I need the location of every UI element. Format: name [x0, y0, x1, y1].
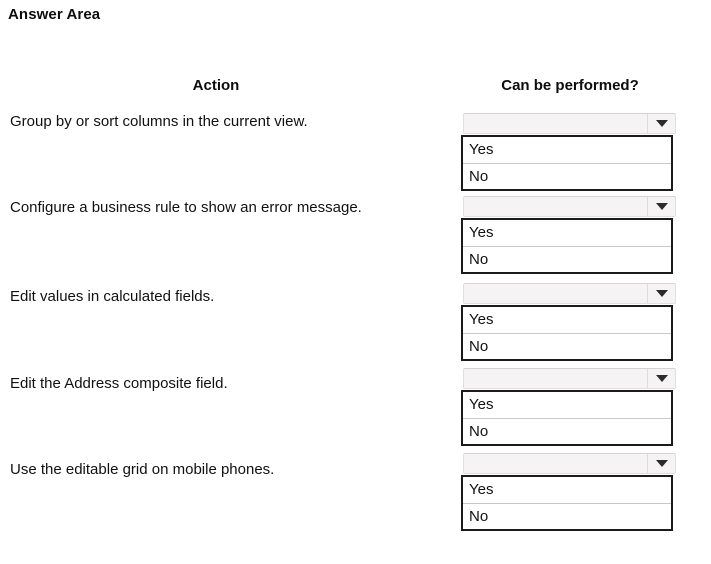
dropdown-can-be-performed: Yes No: [461, 196, 676, 274]
dropdown-option-no[interactable]: No: [463, 246, 671, 272]
dropdown-can-be-performed: Yes No: [461, 453, 676, 531]
dropdown-option-list: Yes No: [461, 218, 673, 274]
table-row: Edit values in calculated fields. Yes No: [0, 283, 711, 374]
dropdown-option-list: Yes No: [461, 390, 673, 446]
chevron-down-icon: [655, 120, 668, 127]
dropdown-toggle-button[interactable]: [647, 369, 675, 388]
dropdown-can-be-performed: Yes No: [461, 283, 676, 361]
dropdown-option-list: Yes No: [461, 305, 673, 361]
dropdown-option-no[interactable]: No: [463, 418, 671, 444]
dropdown-combobox[interactable]: [463, 453, 676, 474]
dropdown-option-no[interactable]: No: [463, 503, 671, 529]
dropdown-toggle-button[interactable]: [647, 454, 675, 473]
dropdown-combobox[interactable]: [463, 113, 676, 134]
dropdown-option-no[interactable]: No: [463, 163, 671, 189]
chevron-down-icon: [655, 290, 668, 297]
dropdown-selected-value: [464, 369, 647, 388]
dropdown-selected-value: [464, 454, 647, 473]
dropdown-selected-value: [464, 114, 647, 133]
page-title: Answer Area: [8, 6, 101, 23]
row-action-label: Edit the Address composite field.: [10, 375, 228, 392]
dropdown-selected-value: [464, 197, 647, 216]
dropdown-option-list: Yes No: [461, 475, 673, 531]
column-header-action: Action: [192, 77, 240, 94]
table-row: Use the editable grid on mobile phones. …: [0, 453, 711, 547]
dropdown-toggle-button[interactable]: [647, 114, 675, 133]
dropdown-selected-value: [464, 284, 647, 303]
column-header-can-be-performed: Can be performed?: [501, 77, 639, 94]
dropdown-option-yes[interactable]: Yes: [463, 307, 671, 333]
table-row: Configure a business rule to show an err…: [0, 196, 711, 285]
dropdown-combobox[interactable]: [463, 368, 676, 389]
dropdown-option-yes[interactable]: Yes: [463, 477, 671, 503]
dropdown-option-yes[interactable]: Yes: [463, 220, 671, 246]
dropdown-can-be-performed: Yes No: [461, 113, 676, 191]
dropdown-option-no[interactable]: No: [463, 333, 671, 359]
row-action-label: Configure a business rule to show an err…: [10, 199, 362, 216]
table-row: Edit the Address composite field. Yes No: [0, 368, 711, 461]
row-action-label: Edit values in calculated fields.: [10, 288, 215, 305]
row-action-label: Group by or sort columns in the current …: [10, 113, 308, 130]
dropdown-option-yes[interactable]: Yes: [463, 137, 671, 163]
chevron-down-icon: [655, 375, 668, 382]
table-row: Group by or sort columns in the current …: [0, 113, 711, 199]
dropdown-option-yes[interactable]: Yes: [463, 392, 671, 418]
chevron-down-icon: [655, 203, 668, 210]
row-action-label: Use the editable grid on mobile phones.: [10, 461, 275, 478]
dropdown-can-be-performed: Yes No: [461, 368, 676, 446]
dropdown-toggle-button[interactable]: [647, 284, 675, 303]
dropdown-combobox[interactable]: [463, 283, 676, 304]
chevron-down-icon: [655, 460, 668, 467]
dropdown-option-list: Yes No: [461, 135, 673, 191]
dropdown-toggle-button[interactable]: [647, 197, 675, 216]
dropdown-combobox[interactable]: [463, 196, 676, 217]
